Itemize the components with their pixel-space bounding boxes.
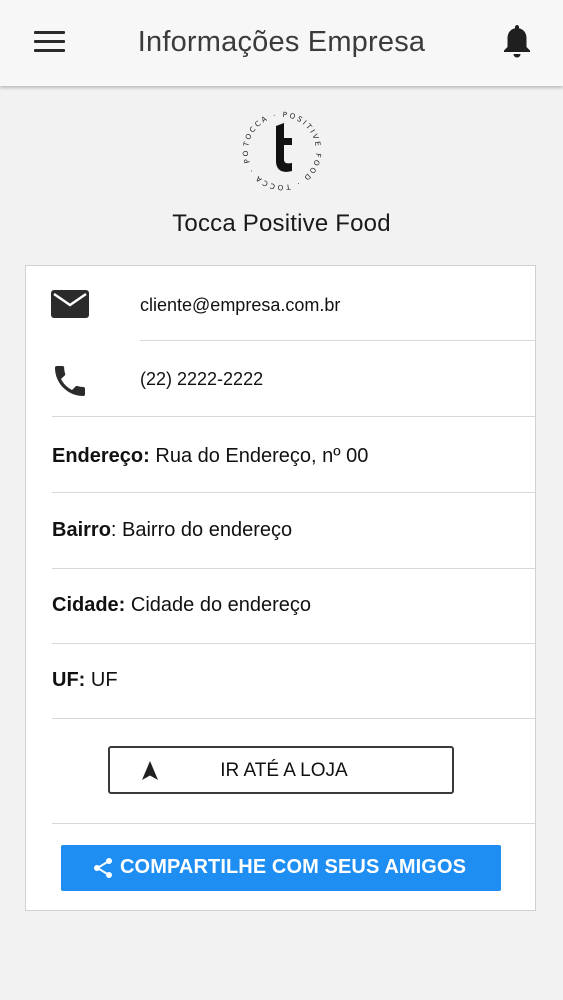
address-city-row: Cidade: Cidade do endereço (26, 569, 535, 644)
company-name: Tocca Positive Food (172, 210, 391, 237)
state-label: UF: (52, 669, 86, 691)
divider (52, 416, 535, 417)
divider (140, 340, 535, 341)
state-value: UF (90, 669, 118, 691)
address-city: Cidade: Cidade do endereço (52, 594, 311, 617)
company-info-card: cliente@empresa.com.br (22) 2222-2222 En… (25, 265, 536, 911)
app-bar: Informações Empresa (0, 0, 563, 86)
city-value: Cidade do endereço (130, 594, 312, 616)
street-label: Endereço: (52, 445, 150, 467)
address-street: Endereço: Rua do Endereço, nº 00 (52, 445, 368, 468)
share-icon (91, 856, 115, 880)
page-title: Informações Empresa (137, 26, 426, 58)
phone-text[interactable]: (22) 2222-2222 (140, 369, 263, 390)
city-label: Cidade: (52, 594, 126, 616)
street-value: Rua do Endereço, nº 00 (155, 445, 369, 467)
bell-icon[interactable] (500, 22, 534, 60)
divider (52, 492, 535, 493)
district-value: : Bairro do endereço (110, 519, 293, 541)
envelope-icon (50, 288, 94, 332)
divider (52, 718, 535, 719)
email-row[interactable]: cliente@empresa.com.br (26, 266, 535, 341)
address-state-row: UF: UF (26, 644, 535, 719)
address-district-row: Bairro: Bairro do endereço (26, 494, 535, 569)
divider (52, 823, 535, 824)
phone-icon (50, 361, 94, 405)
share-label: COMPARTILHE COM SEUS AMIGOS (120, 856, 467, 878)
district-label: Bairro (52, 519, 111, 541)
go-to-store-label: IR ATÉ A LOJA (220, 760, 348, 781)
email-text[interactable]: cliente@empresa.com.br (140, 295, 340, 316)
phone-row[interactable]: (22) 2222-2222 (26, 342, 535, 417)
address-district: Bairro: Bairro do endereço (52, 519, 292, 542)
company-logo: TOCCA · POSITIVE FOOD · TOCCA · POSITIVE… (235, 101, 325, 194)
address-state: UF: UF (52, 669, 118, 692)
share-with-friends-button[interactable]: COMPARTILHE COM SEUS AMIGOS (61, 845, 501, 891)
go-to-store-button[interactable]: IR ATÉ A LOJA (108, 746, 454, 794)
address-street-row: Endereço: Rua do Endereço, nº 00 (26, 418, 535, 493)
